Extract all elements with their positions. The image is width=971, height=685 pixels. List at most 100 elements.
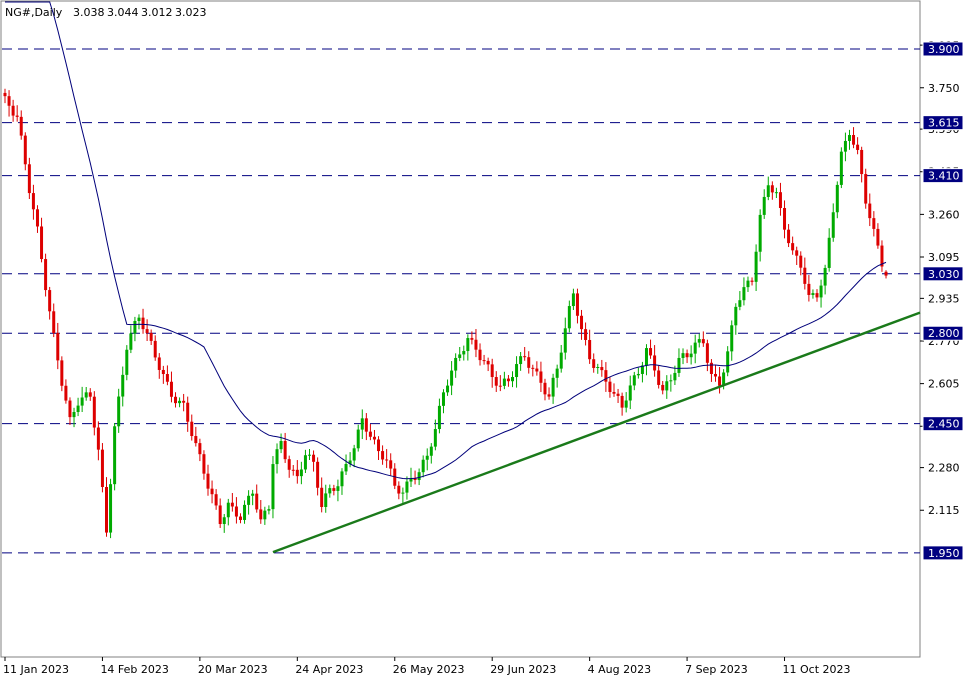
candle-body bbox=[823, 267, 827, 286]
candle-body bbox=[421, 459, 425, 473]
candle-body bbox=[766, 185, 770, 197]
candle-body bbox=[105, 486, 108, 533]
candle-body bbox=[571, 293, 575, 307]
candle-body bbox=[819, 285, 823, 298]
candle-body bbox=[56, 332, 60, 361]
candle-body bbox=[117, 396, 121, 427]
candle-body bbox=[206, 473, 210, 489]
candle-body bbox=[210, 488, 214, 495]
y-tick-label: 3.260 bbox=[928, 208, 960, 221]
level-label: 3.900 bbox=[928, 43, 960, 56]
candle-body bbox=[7, 96, 11, 106]
candle-body bbox=[76, 405, 80, 412]
candle-body bbox=[563, 328, 567, 353]
candle-body bbox=[15, 115, 19, 117]
candle-body bbox=[608, 381, 612, 392]
candle-body bbox=[31, 193, 35, 210]
candle-body bbox=[596, 367, 600, 369]
price-chart[interactable]: 3.9153.7503.5903.4253.2603.0952.9352.770… bbox=[0, 0, 971, 681]
candle-body bbox=[368, 431, 372, 437]
candle-body bbox=[433, 429, 437, 447]
candle-body bbox=[328, 488, 332, 494]
candle-body bbox=[182, 400, 186, 403]
candle-body bbox=[515, 364, 519, 378]
candle-body bbox=[454, 357, 458, 371]
candle-body bbox=[811, 293, 815, 295]
candle-body bbox=[827, 237, 831, 268]
candle-body bbox=[44, 259, 48, 291]
candle-body bbox=[677, 357, 681, 373]
candle-body bbox=[778, 192, 782, 209]
candle-body bbox=[226, 502, 230, 518]
candle-body bbox=[693, 342, 697, 354]
candle-body bbox=[490, 364, 494, 378]
candle-body bbox=[450, 370, 454, 386]
candle-body bbox=[758, 214, 762, 252]
high-value: 3.044 bbox=[107, 6, 139, 19]
candle-body bbox=[389, 460, 393, 469]
candle-body bbox=[295, 469, 299, 477]
candle-body bbox=[60, 360, 64, 386]
candle-body bbox=[259, 509, 263, 520]
candle-body bbox=[214, 494, 218, 506]
candle-body bbox=[446, 385, 450, 393]
candle-body bbox=[100, 449, 104, 487]
x-tick-label: 11 Jan 2023 bbox=[3, 663, 69, 676]
candle-body bbox=[458, 354, 462, 358]
candle-body bbox=[531, 367, 535, 369]
candle-body bbox=[555, 368, 559, 378]
candle-body bbox=[470, 338, 474, 340]
y-tick-label: 2.605 bbox=[928, 378, 960, 391]
candle-body bbox=[283, 440, 287, 460]
candle-body bbox=[92, 396, 96, 428]
candle-body bbox=[636, 373, 640, 376]
candle-body bbox=[385, 459, 389, 461]
candle-body bbox=[52, 311, 56, 333]
y-tick-label: 2.115 bbox=[928, 504, 960, 517]
candle-body bbox=[340, 471, 344, 487]
candle-body bbox=[600, 367, 604, 371]
candle-body bbox=[653, 355, 657, 371]
candle-body bbox=[218, 505, 222, 525]
candle-body bbox=[774, 192, 778, 194]
candle-body bbox=[429, 446, 433, 456]
candle-body bbox=[685, 353, 689, 358]
candle-body bbox=[539, 371, 543, 383]
candle-body bbox=[178, 400, 182, 404]
x-tick-label: 14 Feb 2023 bbox=[100, 663, 168, 676]
candle-body bbox=[161, 369, 165, 375]
candle-body bbox=[860, 149, 864, 175]
candle-body bbox=[275, 449, 279, 465]
candle-body bbox=[267, 509, 271, 511]
candle-body bbox=[344, 463, 348, 472]
x-tick-label: 11 Oct 2023 bbox=[783, 663, 851, 676]
candle-body bbox=[35, 209, 39, 227]
candle-body bbox=[364, 418, 368, 432]
candle-body bbox=[165, 374, 169, 382]
candle-body bbox=[575, 293, 579, 316]
candle-body bbox=[234, 506, 238, 517]
candle-body bbox=[754, 251, 758, 282]
candle-body bbox=[750, 280, 754, 282]
chart-canvas: 3.9153.7503.5903.4253.2603.0952.9352.770… bbox=[0, 0, 971, 681]
candle-body bbox=[141, 317, 145, 330]
candle-body bbox=[145, 329, 149, 333]
candle-body bbox=[72, 411, 76, 418]
candle-body bbox=[88, 392, 92, 397]
candle-body bbox=[279, 440, 283, 450]
candle-body bbox=[649, 348, 653, 356]
symbol-label: NG#,Daily bbox=[5, 6, 63, 19]
candle-body bbox=[129, 333, 133, 350]
candle-body bbox=[48, 290, 52, 312]
x-tick-label: 20 Mar 2023 bbox=[198, 663, 268, 676]
candle-body bbox=[847, 135, 851, 141]
candle-body bbox=[835, 184, 839, 213]
candle-body bbox=[604, 370, 608, 382]
candle-body bbox=[580, 315, 584, 330]
candle-body bbox=[381, 451, 385, 460]
level-label: 2.450 bbox=[928, 418, 960, 431]
candle-body bbox=[807, 283, 811, 295]
x-tick-label: 29 Jun 2023 bbox=[490, 663, 556, 676]
candle-body bbox=[153, 340, 157, 358]
candle-body bbox=[19, 116, 23, 136]
